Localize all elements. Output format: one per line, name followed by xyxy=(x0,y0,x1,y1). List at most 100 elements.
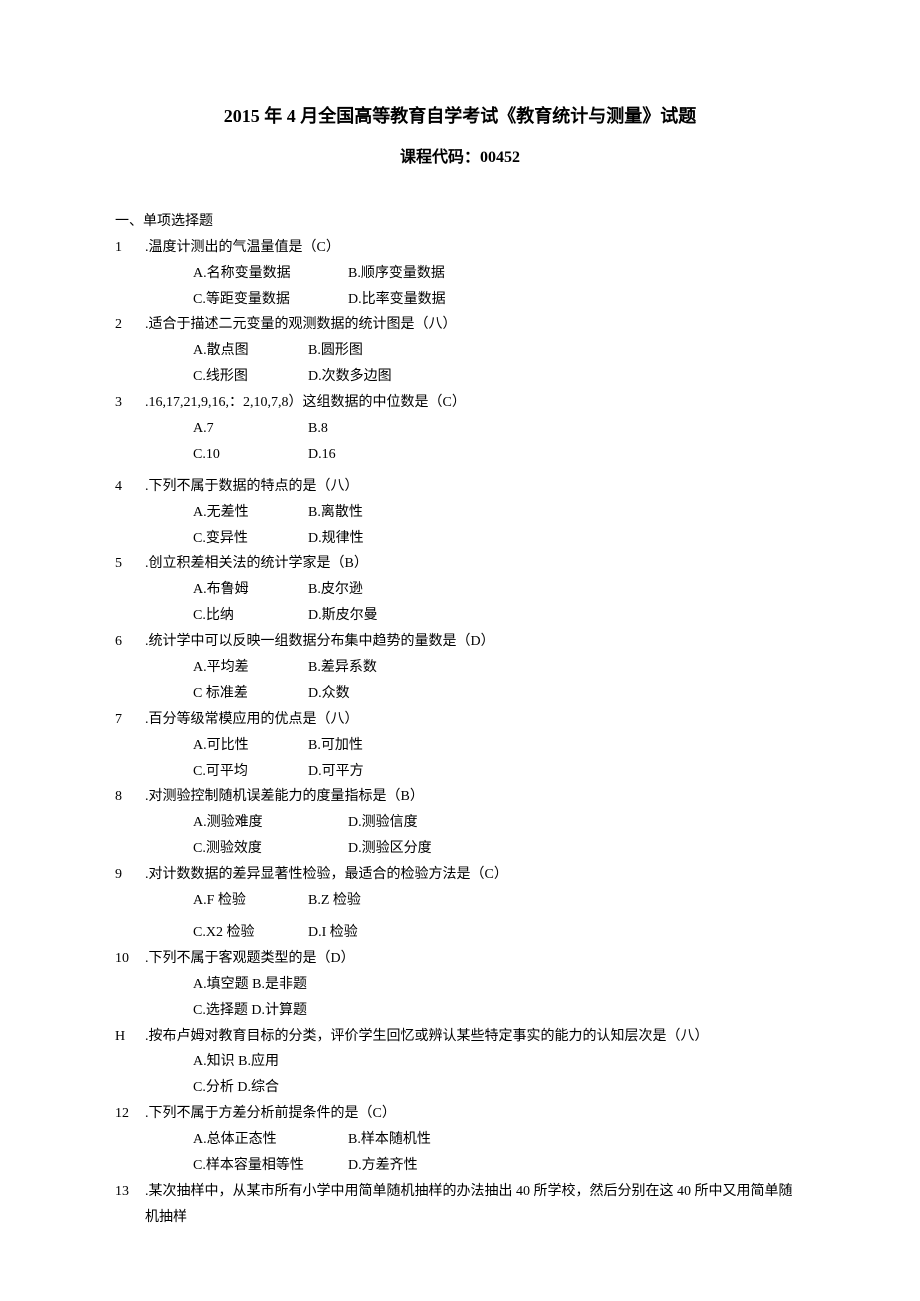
section-heading: 一、单项选择题 xyxy=(115,209,805,235)
option-line: C.10D.16 xyxy=(115,442,805,468)
option-line: C 标准差D.众数 xyxy=(115,681,805,707)
option: A.布鲁姆 xyxy=(193,577,308,603)
option: A.名称变量数据 xyxy=(193,261,348,287)
option: C.比纳 xyxy=(193,603,308,629)
option: B.可加性 xyxy=(308,733,423,759)
option-line: C.可平均D.可平方 xyxy=(115,759,805,785)
option-line: A.散点图B.圆形图 xyxy=(115,338,805,364)
question-number: 3 xyxy=(115,390,131,416)
question-row: 2 .适合于描述二元变量的观测数据的统计图是（八） xyxy=(115,312,805,338)
questions-container: 1.温度计测出的气温量值是（C）A.名称变量数据B.顺序变量数据C.等距变量数据… xyxy=(115,235,805,1231)
option: B.差异系数 xyxy=(308,655,423,681)
option-line: C.测验效度D.测验区分度 xyxy=(115,836,805,862)
question-number: H xyxy=(115,1024,131,1050)
option: B.Z 检验 xyxy=(308,888,423,914)
option: C.等距变量数据 xyxy=(193,287,348,313)
question-stem: .按布卢姆对教育目标的分类，评价学生回忆或辨认某些特定事实的能力的认知层次是（八… xyxy=(145,1024,805,1050)
question-stem: .下列不属于数据的特点的是（八） xyxy=(145,474,805,500)
question-row: 8.对测验控制随机误差能力的度量指标是（B） xyxy=(115,784,805,810)
question-stem: .下列不属于客观题类型的是（D） xyxy=(145,946,805,972)
question-stem: .下列不属于方差分析前提条件的是（C） xyxy=(145,1101,805,1127)
option: B.皮尔逊 xyxy=(308,577,423,603)
question-row: 9.对计数数据的差异显著性检验，最适合的检验方法是（C） xyxy=(115,862,805,888)
option: B.样本随机性 xyxy=(348,1127,503,1153)
question-stem: .对测验控制随机误差能力的度量指标是（B） xyxy=(145,784,805,810)
option: C 标准差 xyxy=(193,681,308,707)
option-line: A.平均差B.差异系数 xyxy=(115,655,805,681)
option: C.分析 D.综合 xyxy=(193,1075,279,1101)
question-stem: .某次抽样中，从某市所有小学中用简单随机抽样的办法抽出 40 所学校，然后分别在… xyxy=(145,1179,805,1231)
question-stem: .百分等级常模应用的优点是（八） xyxy=(145,707,805,733)
exam-title: 2015 年 4 月全国高等教育自学考试《教育统计与测量》试题 xyxy=(115,100,805,133)
option-line: C.样本容量相等性D.方差齐性 xyxy=(115,1153,805,1179)
option: C.可平均 xyxy=(193,759,308,785)
option-line: A.名称变量数据B.顺序变量数据 xyxy=(115,261,805,287)
option-line: C.X2 检验D.I 检验 xyxy=(115,920,805,946)
question-number: 1 xyxy=(115,235,131,261)
question-stem: .创立积差相关法的统计学家是（B） xyxy=(145,551,805,577)
question-row: H .按布卢姆对教育目标的分类，评价学生回忆或辨认某些特定事实的能力的认知层次是（… xyxy=(115,1024,805,1050)
option: D.比率变量数据 xyxy=(348,287,503,313)
question-row: 13 .某次抽样中，从某市所有小学中用简单随机抽样的办法抽出 40 所学校，然后分… xyxy=(115,1179,805,1231)
question-stem: .统计学中可以反映一组数据分布集中趋势的量数是（D） xyxy=(145,629,805,655)
option: D.次数多边图 xyxy=(308,364,423,390)
question-number: 12 xyxy=(115,1101,131,1127)
option: A.F 检验 xyxy=(193,888,308,914)
option-line: A.7B.8 xyxy=(115,416,805,442)
option: B.顺序变量数据 xyxy=(348,261,503,287)
option: D.众数 xyxy=(308,681,423,707)
option: A.知识 B.应用 xyxy=(193,1049,279,1075)
option: B.8 xyxy=(308,416,423,442)
question-number: 6 xyxy=(115,629,131,655)
option: D.测验信度 xyxy=(348,810,503,836)
course-code: 课程代码：00452 xyxy=(115,143,805,173)
option: D.I 检验 xyxy=(308,920,423,946)
question-row: 7 .百分等级常模应用的优点是（八） xyxy=(115,707,805,733)
option: C.X2 检验 xyxy=(193,920,308,946)
option: D.方差齐性 xyxy=(348,1153,503,1179)
question-number: 9 xyxy=(115,862,131,888)
option: C.测验效度 xyxy=(193,836,348,862)
option-line: A.测验难度D.测验信度 xyxy=(115,810,805,836)
question-row: 3 .16,17,21,9,16,：2,10,7,8）这组数据的中位数是（C） xyxy=(115,390,805,416)
option-line: A.填空题 B.是非题 xyxy=(115,972,805,998)
question-row: 6 .统计学中可以反映一组数据分布集中趋势的量数是（D） xyxy=(115,629,805,655)
option-line: C.比纳D.斯皮尔曼 xyxy=(115,603,805,629)
option-line: C.分析 D.综合 xyxy=(115,1075,805,1101)
question-row: 5 .创立积差相关法的统计学家是（B） xyxy=(115,551,805,577)
option: C.线形图 xyxy=(193,364,308,390)
question-row: 10 .下列不属于客观题类型的是（D） xyxy=(115,946,805,972)
question-stem: .16,17,21,9,16,：2,10,7,8）这组数据的中位数是（C） xyxy=(145,390,805,416)
question-row: 12 .下列不属于方差分析前提条件的是（C） xyxy=(115,1101,805,1127)
question-number: 7 xyxy=(115,707,131,733)
option-line: C.选择题 D.计算题 xyxy=(115,998,805,1024)
option-line: A.布鲁姆B.皮尔逊 xyxy=(115,577,805,603)
option: A.总体正态性 xyxy=(193,1127,348,1153)
question-number: 5 xyxy=(115,551,131,577)
option: B.离散性 xyxy=(308,500,423,526)
option-line: C.线形图D.次数多边图 xyxy=(115,364,805,390)
option-line: A.知识 B.应用 xyxy=(115,1049,805,1075)
option: D.规律性 xyxy=(308,526,423,552)
question-stem: .适合于描述二元变量的观测数据的统计图是（八） xyxy=(145,312,805,338)
option: C.变异性 xyxy=(193,526,308,552)
option: B.圆形图 xyxy=(308,338,423,364)
option: D.测验区分度 xyxy=(348,836,503,862)
question-number: 10 xyxy=(115,946,131,972)
question-number: 2 xyxy=(115,312,131,338)
option: A.散点图 xyxy=(193,338,308,364)
option: D.可平方 xyxy=(308,759,423,785)
option: A.可比性 xyxy=(193,733,308,759)
question-row: 1.温度计测出的气温量值是（C） xyxy=(115,235,805,261)
option-line: A.无差性B.离散性 xyxy=(115,500,805,526)
option: A.7 xyxy=(193,416,308,442)
option-line: C.变异性D.规律性 xyxy=(115,526,805,552)
option: C.10 xyxy=(193,442,308,468)
option-line: A.总体正态性B.样本随机性 xyxy=(115,1127,805,1153)
option: D.斯皮尔曼 xyxy=(308,603,423,629)
option-line: C.等距变量数据D.比率变量数据 xyxy=(115,287,805,313)
option: A.填空题 B.是非题 xyxy=(193,972,307,998)
option: A.无差性 xyxy=(193,500,308,526)
question-number: 13 xyxy=(115,1179,131,1205)
option: A.测验难度 xyxy=(193,810,348,836)
